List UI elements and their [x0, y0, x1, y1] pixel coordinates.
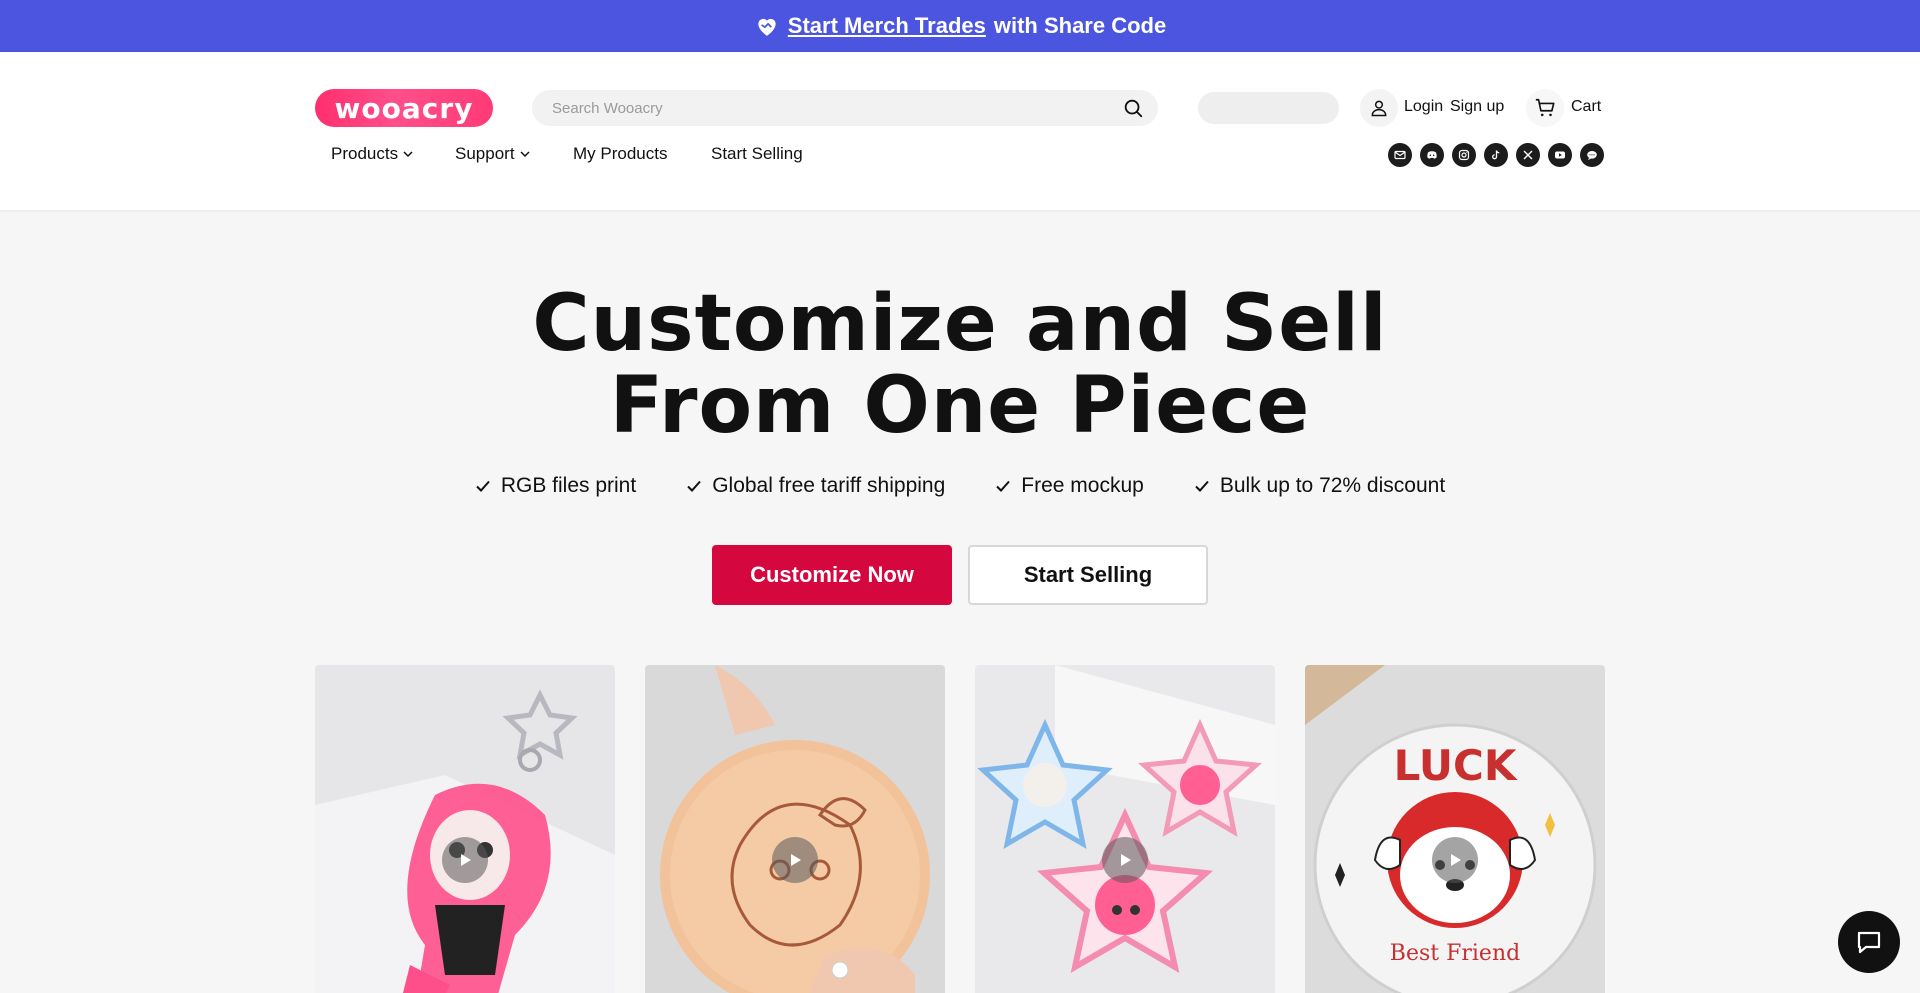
feature-label: RGB files print [500, 474, 637, 497]
feature-item: RGB files print [475, 474, 636, 498]
check-icon [687, 480, 701, 492]
keychain-image [315, 665, 615, 993]
currency-selector-placeholder[interactable] [1198, 92, 1339, 124]
nav-my-products[interactable]: My Products [573, 144, 667, 164]
live-chat-button[interactable] [1838, 911, 1900, 973]
play-icon [1451, 854, 1461, 866]
hero-title-line2: From One Piece [609, 361, 1311, 451]
x-icon[interactable] [1516, 143, 1540, 167]
play-icon [1121, 854, 1131, 866]
announcement-link[interactable]: Start Merch Trades [788, 13, 986, 39]
hero-title-line1: Customize and Sell [532, 279, 1388, 369]
announcement-text: with Share Code [993, 13, 1167, 38]
discord-icon[interactable] [1420, 143, 1444, 167]
chat-bubble-icon[interactable] [1580, 143, 1604, 167]
account-button[interactable] [1360, 89, 1398, 127]
heart-handshake-icon [758, 18, 776, 36]
feature-item: Bulk up to 72% discount [1194, 474, 1445, 498]
chat-icon [1857, 931, 1881, 954]
play-video-button[interactable] [1102, 837, 1148, 883]
nav-products[interactable]: Products [331, 144, 414, 164]
signup-link[interactable]: Sign up [1450, 98, 1504, 116]
nav-my-products-label: My Products [573, 144, 668, 163]
feature-item: Free mockup [995, 474, 1144, 498]
feature-label: Free mockup [1021, 474, 1144, 497]
product-card-cookie[interactable] [645, 665, 945, 993]
start-selling-button[interactable]: Start Selling [968, 545, 1208, 605]
play-video-button[interactable] [1432, 837, 1478, 883]
customize-now-button[interactable]: Customize Now [712, 545, 952, 605]
wooacry-logo[interactable]: wooacry [315, 89, 493, 127]
feature-label: Global free tariff shipping [712, 474, 946, 497]
play-video-button[interactable] [772, 837, 818, 883]
site-header: wooacry Login Sign up Cart Products Supp… [0, 52, 1920, 210]
button-badge-image: LUCK Best Friend [1305, 665, 1605, 993]
nav-start-selling[interactable]: Start Selling [711, 144, 803, 164]
user-icon [1371, 100, 1387, 117]
feature-item: Global free tariff shipping [686, 474, 945, 498]
check-icon [996, 480, 1011, 492]
star-stickers-image [975, 665, 1275, 993]
nav-start-selling-label: Start Selling [711, 144, 803, 163]
cart-icon [1535, 98, 1555, 117]
announcement-bar: Start Merch Trades with Share Code [0, 0, 1920, 52]
nav-support-label: Support [455, 144, 515, 163]
nav-support[interactable]: Support [455, 144, 531, 164]
nav-products-label: Products [331, 144, 399, 163]
play-icon [791, 854, 801, 866]
youtube-icon[interactable] [1548, 143, 1572, 167]
instagram-icon[interactable] [1452, 143, 1476, 167]
play-video-button[interactable] [442, 837, 488, 883]
svg-text:LUCK: LUCK [1394, 741, 1518, 790]
search-icon[interactable] [1122, 97, 1144, 119]
cart-button[interactable] [1526, 89, 1564, 127]
svg-text:Best Friend: Best Friend [1390, 941, 1520, 966]
product-card-star-stickers[interactable] [975, 665, 1275, 993]
tiktok-icon[interactable] [1484, 143, 1508, 167]
chevron-down-icon [520, 151, 530, 158]
check-icon [476, 480, 490, 492]
cookie-image [645, 665, 945, 993]
feature-label: Bulk up to 72% discount [1219, 474, 1446, 497]
chevron-down-icon [403, 151, 413, 158]
hero-title: Customize and Sell From One Piece [0, 283, 1920, 447]
search-input[interactable] [552, 99, 1122, 117]
mail-icon[interactable] [1388, 143, 1412, 167]
login-link[interactable]: Login [1404, 98, 1443, 116]
product-card-keychain[interactable] [315, 665, 615, 993]
product-card-button-badge[interactable]: LUCK Best Friend [1305, 665, 1605, 993]
search-bar[interactable] [532, 90, 1158, 126]
play-icon [461, 854, 471, 866]
cart-link[interactable]: Cart [1571, 98, 1601, 116]
feature-list: RGB files print Global free tariff shipp… [0, 474, 1920, 498]
check-icon [1195, 480, 1209, 492]
social-links [1388, 143, 1604, 167]
